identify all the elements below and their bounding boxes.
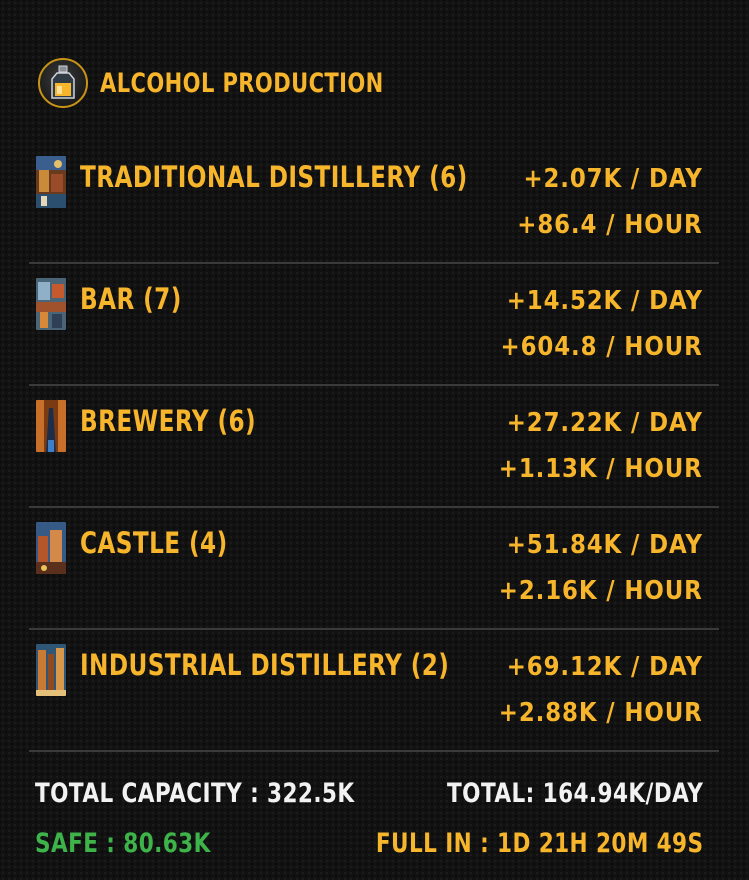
building-row-bar[interactable]: BAR (7) +14.52K / DAY +604.8 / HOUR [0,264,749,386]
building-list: TRADITIONAL DISTILLERY (6) +2.07K / DAY … [0,142,749,752]
building-name: INDUSTRIAL DISTILLERY (2) [80,648,450,682]
bar-thumbnail [36,278,66,330]
rate-per-hour: +86.4 / HOUR [517,210,703,240]
building-row-industrial-distillery[interactable]: INDUSTRIAL DISTILLERY (2) +69.12K / DAY … [0,630,749,752]
building-row-castle[interactable]: CASTLE (4) +51.84K / DAY +2.16K / HOUR [0,508,749,630]
rate-per-hour: +1.13K / HOUR [499,454,703,484]
building-name: CASTLE (4) [80,526,228,560]
full-in-timer: FULL IN : 1D 21H 20M 49S [375,828,703,859]
rate-per-day: +2.07K / DAY [523,164,703,194]
rate-per-day: +51.84K / DAY [506,530,703,560]
rate-per-hour: +2.88K / HOUR [499,698,703,728]
building-row-brewery[interactable]: BREWERY (6) +27.22K / DAY +1.13K / HOUR [0,386,749,508]
building-name: BREWERY (6) [80,404,257,438]
divider [29,750,719,752]
rate-per-day: +69.12K / DAY [506,652,703,682]
total-capacity: TOTAL CAPACITY : 322.5K [35,778,355,809]
building-name: BAR (7) [80,282,182,316]
page-title: ALCOHOL PRODUCTION [100,67,384,99]
rate-per-hour: +2.16K / HOUR [499,576,703,606]
total-production: TOTAL: 164.94K/DAY [446,778,703,809]
safe-amount: SAFE : 80.63K [35,828,211,859]
traditional-distillery-thumbnail [36,156,66,208]
brewery-thumbnail [36,400,66,452]
castle-thumbnail [36,522,66,574]
panel-header: ALCOHOL PRODUCTION [38,58,464,108]
industrial-distillery-thumbnail [36,644,66,696]
summary-footer: TOTAL CAPACITY : 322.5K TOTAL: 164.94K/D… [0,770,749,880]
building-name: TRADITIONAL DISTILLERY (6) [80,160,468,194]
rate-per-day: +14.52K / DAY [506,286,703,316]
rate-per-hour: +604.8 / HOUR [500,332,703,362]
rate-per-day: +27.22K / DAY [506,408,703,438]
bottle-icon [38,58,88,108]
building-row-traditional-distillery[interactable]: TRADITIONAL DISTILLERY (6) +2.07K / DAY … [0,142,749,264]
